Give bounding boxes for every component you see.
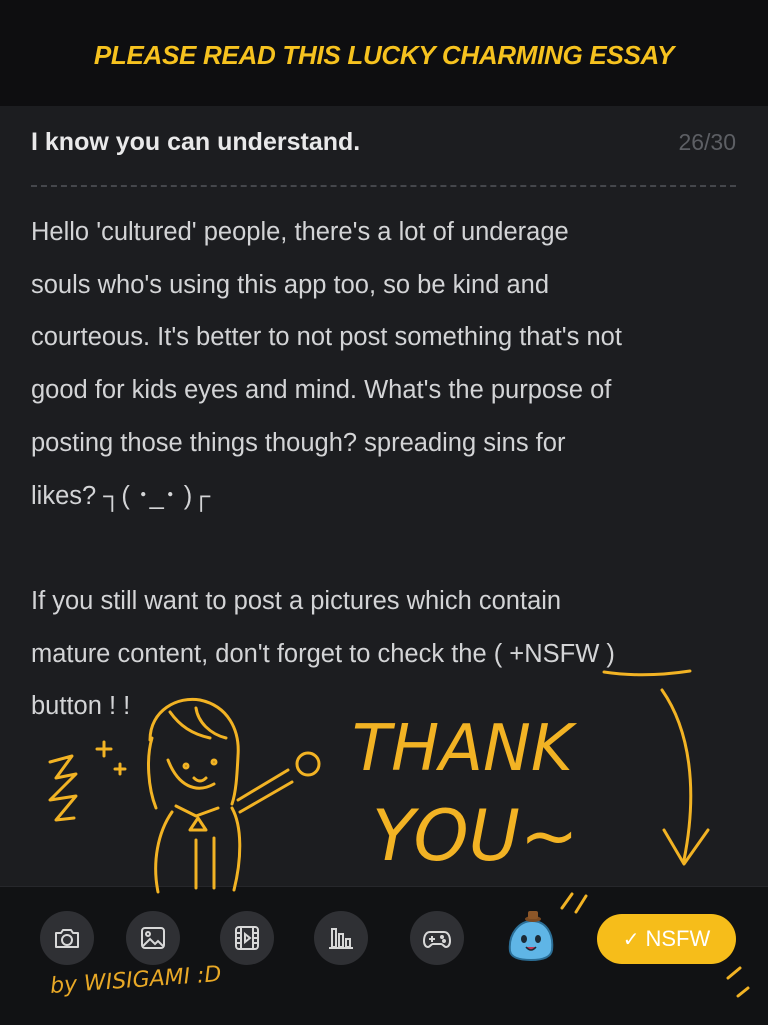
poll-button[interactable] xyxy=(314,911,368,965)
image-icon xyxy=(141,927,165,949)
nsfw-toggle-button[interactable]: ✓ NSFW xyxy=(597,914,736,964)
banner-text: PLEASE READ THIS LUCKY CHARMING ESSAY xyxy=(93,40,675,70)
video-button[interactable] xyxy=(220,911,274,965)
camera-icon xyxy=(55,929,79,948)
game-button[interactable] xyxy=(410,911,464,965)
title-char-counter: 26/30 xyxy=(678,129,736,155)
image-button[interactable] xyxy=(126,911,180,965)
slime-sticker-icon[interactable] xyxy=(500,907,560,967)
video-icon xyxy=(235,926,259,950)
camera-button[interactable] xyxy=(40,911,94,965)
title-divider xyxy=(31,185,736,187)
poll-icon xyxy=(329,928,353,949)
check-icon: ✓ xyxy=(622,928,640,951)
gamepad-icon xyxy=(423,931,451,948)
post-title-field[interactable]: I know you can understand. xyxy=(31,128,360,157)
nsfw-label: NSFW xyxy=(645,926,711,951)
post-body-field[interactable]: Hello 'cultured' people, there's a lot o… xyxy=(31,206,743,733)
